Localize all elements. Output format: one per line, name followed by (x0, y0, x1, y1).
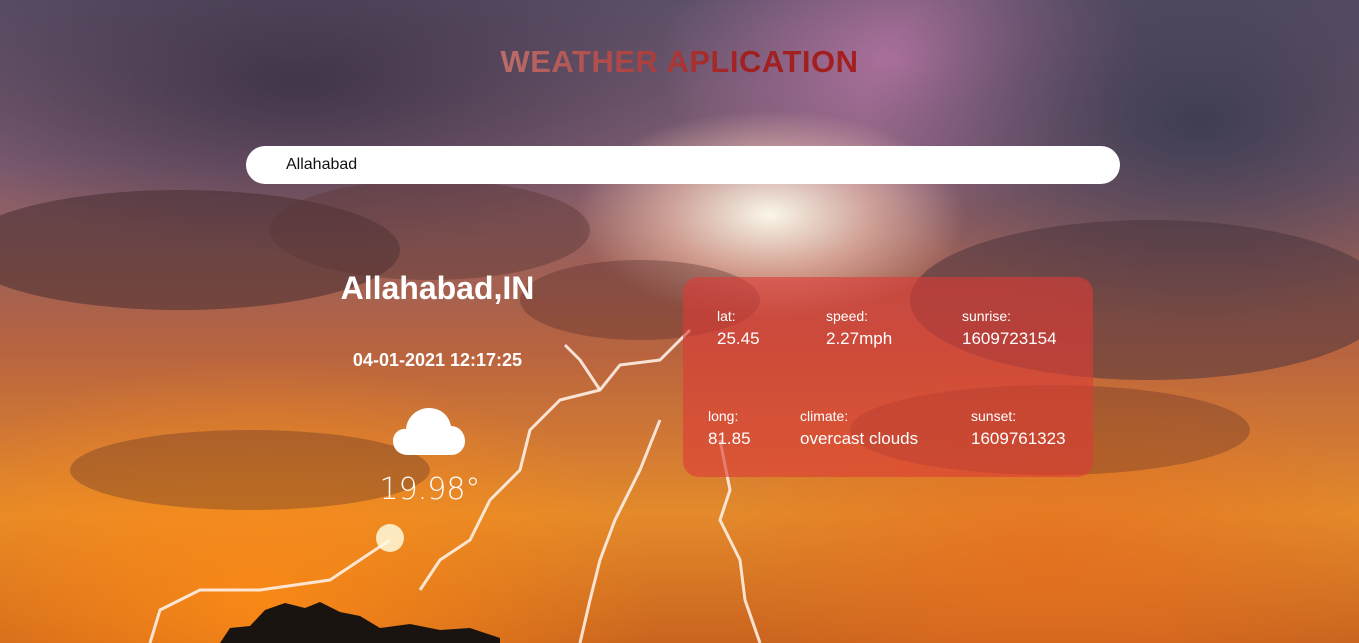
cloud-icon (393, 408, 465, 455)
detail-value: 1609723154 (962, 329, 1057, 348)
detail-value: 2.27mph (826, 329, 893, 348)
detail-label: sunset: (971, 408, 1017, 424)
lightning-decoration (148, 328, 762, 643)
detail-value: overcast clouds (800, 429, 919, 448)
tree-silhouette (220, 602, 500, 643)
search-input[interactable] (286, 156, 1120, 174)
detail-speed: speed: 2.27mph (826, 308, 892, 349)
date-time: 04-01-2021 12:17:25 (352, 350, 523, 370)
detail-sunrise: sunrise: 1609723154 (962, 308, 1057, 349)
app-title: WEATHER APLICATION (0, 44, 1359, 80)
detail-value: 81.85 (708, 429, 751, 448)
detail-label: climate: (800, 408, 849, 424)
detail-long: long: 81.85 (708, 408, 751, 449)
detail-climate: climate: overcast clouds (800, 408, 918, 449)
detail-label: speed: (826, 308, 869, 324)
weather-details-card: lat: 25.45 speed: 2.27mph sunrise: 16097… (683, 277, 1093, 477)
detail-label: long: (708, 408, 739, 424)
detail-label: lat: (717, 308, 736, 324)
detail-sunset: sunset: 1609761323 (971, 408, 1066, 449)
detail-value: 25.45 (717, 329, 760, 348)
city-name: Allahabad,IN (340, 270, 535, 306)
storm-background (0, 180, 1359, 510)
search-bar[interactable] (246, 146, 1120, 184)
temperature: 19.98° (379, 472, 481, 507)
detail-lat: lat: 25.45 (717, 308, 760, 349)
detail-label: sunrise: (962, 308, 1012, 324)
detail-value: 1609761323 (971, 429, 1066, 448)
